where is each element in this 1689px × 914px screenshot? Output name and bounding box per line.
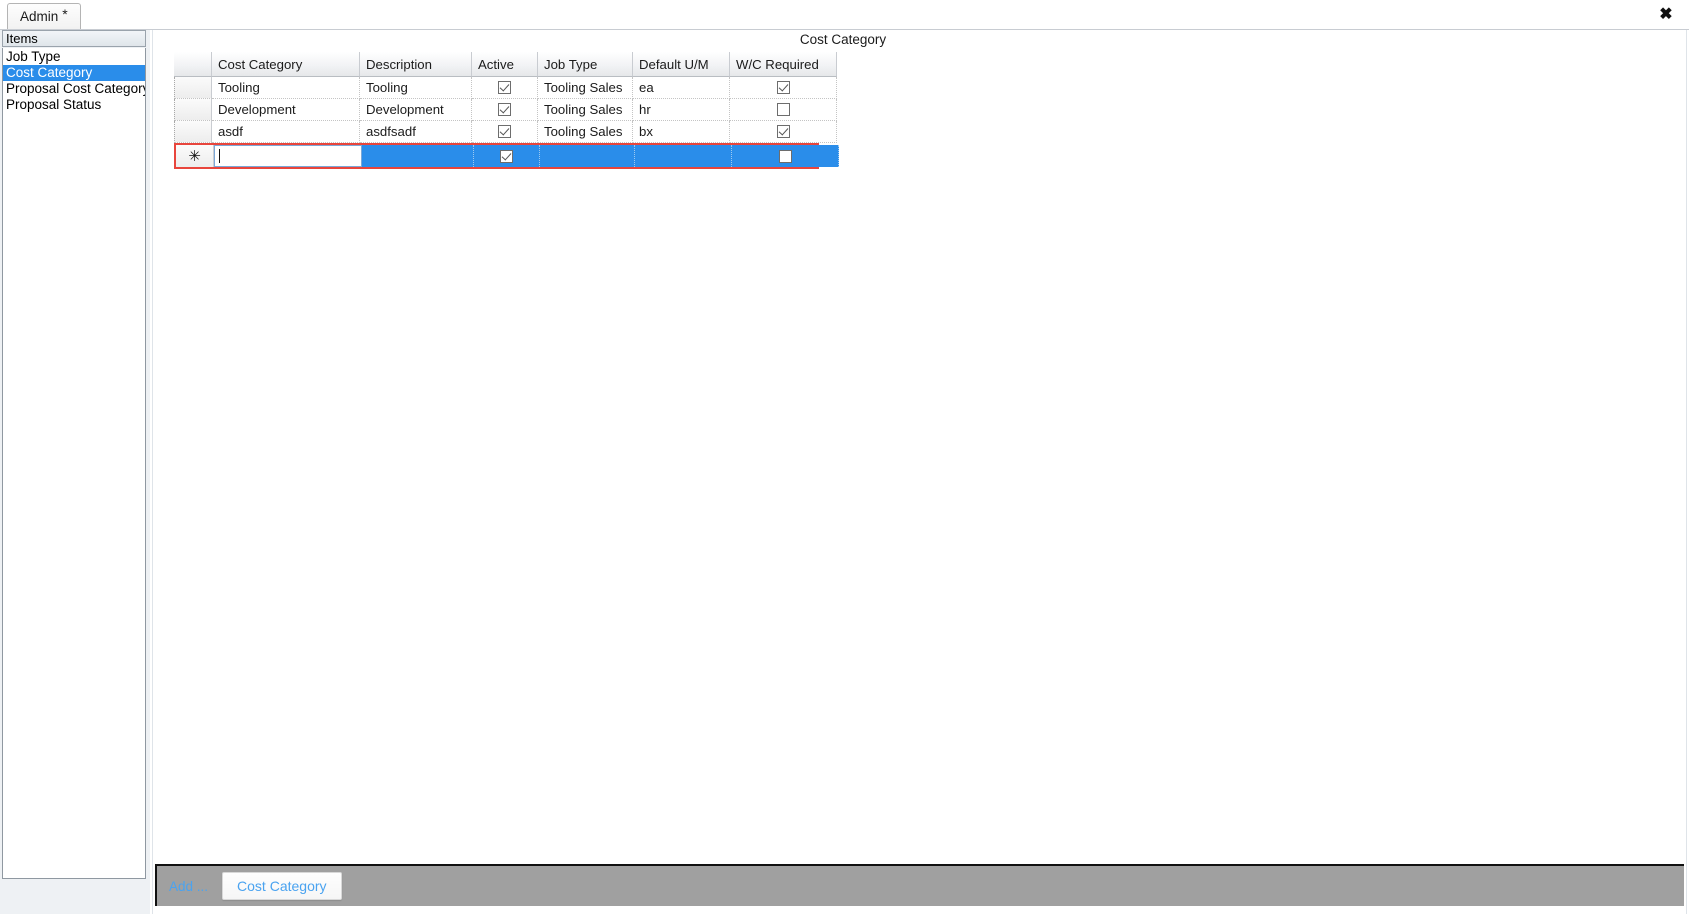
column-header-description[interactable]: Description — [360, 52, 472, 77]
cell-default-uom[interactable]: hr — [633, 99, 730, 121]
new-row-asterisk-icon: ✳ — [188, 146, 201, 165]
new-row-job-type-cell[interactable] — [540, 145, 635, 167]
new-row-inner: ✳ — [176, 145, 839, 167]
sidebar-item-proposal-status[interactable]: Proposal Status — [3, 97, 145, 113]
new-row-description-cell[interactable] — [362, 145, 474, 167]
content-panel: Cost Category Cost Category Description … — [150, 30, 1689, 914]
text-caret — [219, 149, 220, 163]
cell-wc-required[interactable] — [730, 99, 837, 121]
sidebar-list[interactable]: Job Type Cost Category Proposal Cost Cat… — [2, 48, 146, 879]
cell-default-uom[interactable]: ea — [633, 77, 730, 99]
sidebar-item-proposal-cost-category[interactable]: Proposal Cost Category — [3, 81, 145, 97]
cell-default-uom[interactable]: bx — [633, 121, 730, 143]
cell-active[interactable] — [472, 77, 538, 99]
cell-active[interactable] — [472, 99, 538, 121]
active-checkbox[interactable] — [498, 103, 511, 116]
cell-description[interactable]: asdfsadf — [360, 121, 472, 143]
tab-admin-label: Admin — [20, 9, 59, 24]
cell-active[interactable] — [472, 121, 538, 143]
new-row-cost-category-input[interactable] — [214, 145, 362, 167]
active-checkbox[interactable] — [500, 149, 513, 163]
wc-required-checkbox[interactable] — [776, 125, 790, 138]
grid-header-row: Cost Category Description Active Job Typ… — [174, 52, 837, 77]
column-header-wc-required[interactable]: W/C Required — [730, 52, 837, 77]
wc-required-checkbox[interactable] — [776, 81, 790, 94]
cell-job-type[interactable]: Tooling Sales — [538, 77, 633, 99]
cell-job-type[interactable]: Tooling Sales — [538, 121, 633, 143]
cell-job-type[interactable]: Tooling Sales — [538, 99, 633, 121]
sidebar-item-cost-category[interactable]: Cost Category — [3, 65, 145, 81]
new-row-active-cell[interactable] — [474, 145, 540, 167]
sidebar-header: Items — [2, 30, 146, 47]
tab-strip: Admin * ✖ — [0, 0, 1689, 30]
cell-cost-category[interactable]: Development — [212, 99, 360, 121]
active-checkbox[interactable] — [498, 81, 511, 94]
new-row-default-uom-cell[interactable] — [635, 145, 732, 167]
toolbar-add-label: Add ... — [169, 878, 209, 894]
row-selector[interactable] — [174, 121, 212, 143]
new-row-wc-required-cell[interactable] — [732, 145, 839, 167]
column-header-job-type[interactable]: Job Type — [538, 52, 633, 77]
sidebar-item-job-type[interactable]: Job Type — [3, 49, 145, 65]
grid-header-row-selector — [174, 52, 212, 77]
active-checkbox[interactable] — [498, 125, 511, 138]
table-row[interactable]: Tooling Tooling Tooling Sales ea — [174, 77, 837, 99]
new-row-selector[interactable]: ✳ — [176, 145, 214, 167]
application-window: Admin * ✖ Items Job Type Cost Category P… — [0, 0, 1689, 914]
cell-wc-required[interactable] — [730, 121, 837, 143]
cell-description[interactable]: Tooling — [360, 77, 472, 99]
cell-description[interactable]: Development — [360, 99, 472, 121]
sidebar: Items Job Type Cost Category Proposal Co… — [0, 30, 150, 914]
tab-admin-dirty-marker: * — [62, 5, 68, 22]
cost-category-grid: Cost Category Description Active Job Typ… — [174, 52, 839, 169]
tab-admin[interactable]: Admin * — [7, 3, 81, 29]
row-selector[interactable] — [174, 99, 212, 121]
page-title: Cost Category — [799, 32, 887, 47]
table-row[interactable]: Development Development Tooling Sales hr — [174, 99, 837, 121]
wc-required-checkbox[interactable] — [778, 149, 792, 163]
cell-cost-category[interactable]: asdf — [212, 121, 360, 143]
table-row[interactable]: asdf asdfsadf Tooling Sales bx — [174, 121, 837, 143]
bottom-toolbar: Add ... Cost Category — [155, 864, 1684, 906]
add-cost-category-button[interactable]: Cost Category — [222, 872, 342, 900]
cell-cost-category[interactable]: Tooling — [212, 77, 360, 99]
column-header-default-uom[interactable]: Default U/M — [633, 52, 730, 77]
close-icon[interactable]: ✖ — [1653, 2, 1679, 26]
content-inner: Cost Category Cost Category Description … — [152, 30, 1687, 914]
row-selector[interactable] — [174, 77, 212, 99]
grid-body: Tooling Tooling Tooling Sales ea Develop… — [174, 77, 839, 169]
column-header-cost-category[interactable]: Cost Category — [212, 52, 360, 77]
column-header-active[interactable]: Active — [472, 52, 538, 77]
new-row[interactable]: ✳ — [174, 143, 839, 169]
cell-wc-required[interactable] — [730, 77, 837, 99]
wc-required-checkbox[interactable] — [776, 103, 790, 116]
